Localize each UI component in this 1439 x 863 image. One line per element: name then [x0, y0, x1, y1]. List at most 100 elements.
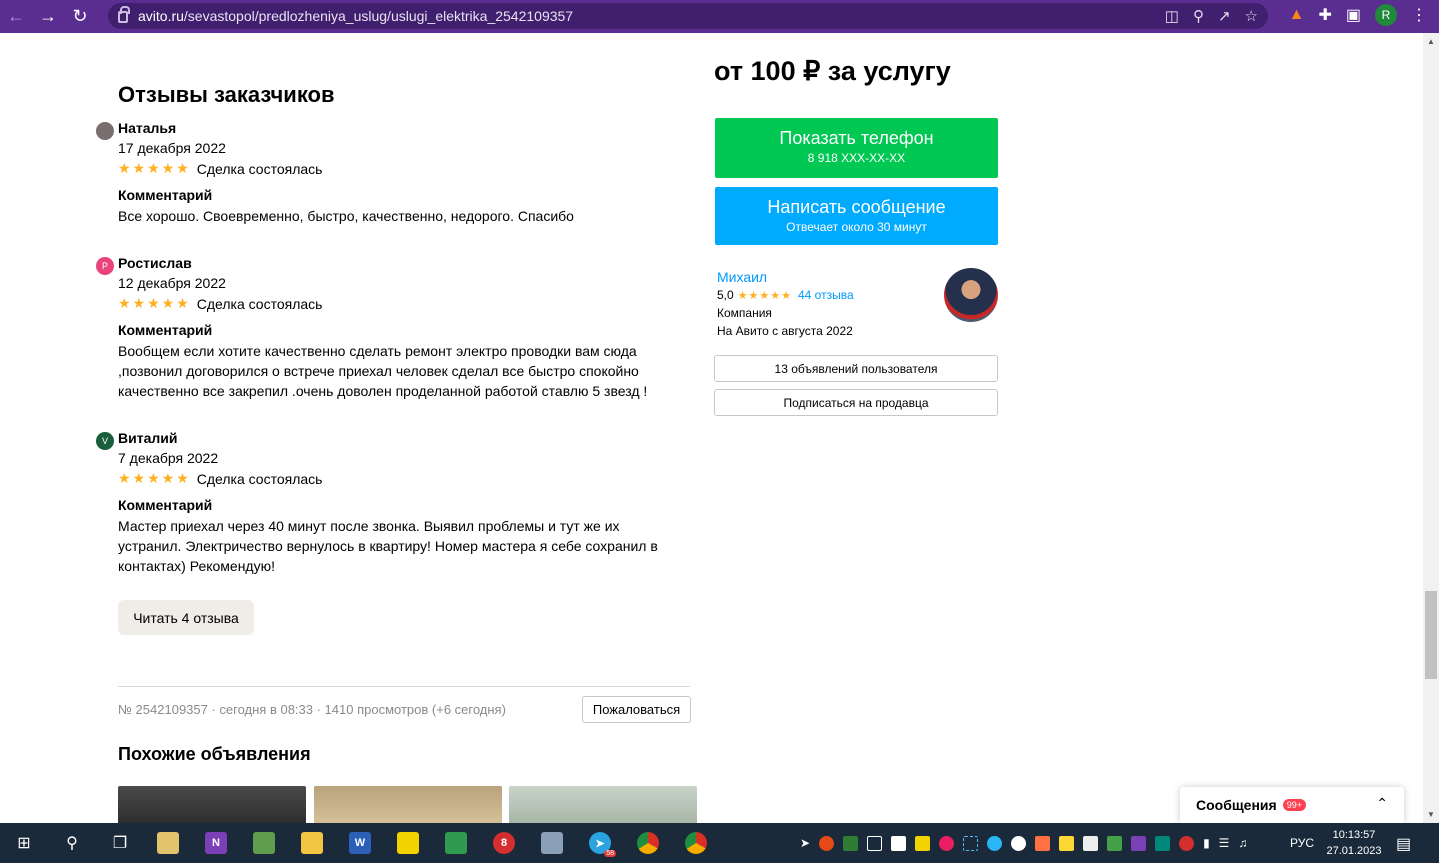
- scroll-down-icon[interactable]: ▼: [1427, 810, 1435, 819]
- wifi-icon[interactable]: ☰: [1219, 836, 1230, 850]
- reviewer-avatar: V: [96, 432, 114, 450]
- sticky-notes-icon[interactable]: [384, 823, 432, 863]
- reviews-title: Отзывы заказчиков: [118, 82, 335, 107]
- seller-name-link[interactable]: Михаил: [717, 269, 767, 285]
- review-rating: ★★★★★ Сделка состоялась: [118, 470, 323, 487]
- fx-icon[interactable]: [1155, 835, 1171, 851]
- telegram-icon[interactable]: ➤ 58: [576, 823, 624, 863]
- sidepanel-icon[interactable]: ▣: [1346, 5, 1361, 25]
- windows-start-icon[interactable]: ⊞: [0, 823, 48, 863]
- share-icon[interactable]: ↗: [1218, 7, 1231, 25]
- blocked-icon[interactable]: [1011, 835, 1027, 851]
- app-8-icon[interactable]: 8: [480, 823, 528, 863]
- forward-arrow-icon[interactable]: →: [32, 0, 64, 33]
- review-text: Вообщем если хотите качественно сделать …: [118, 343, 648, 399]
- write-message-button[interactable]: Написать сообщение Отвечает около 30 мин…: [715, 187, 998, 245]
- printer-icon[interactable]: [1083, 835, 1099, 851]
- clock[interactable]: 10:13:57 27.01.2023: [1322, 827, 1386, 859]
- onenote-icon[interactable]: N: [192, 823, 240, 863]
- comment-label: Комментарий: [118, 187, 213, 203]
- seller-reviews-link[interactable]: 44 отзыва: [798, 288, 854, 302]
- star-rating-icon: ★★★★★: [118, 160, 191, 176]
- reviewer-name: Ростислав: [118, 255, 192, 271]
- response-time: Отвечает около 30 минут: [786, 220, 927, 234]
- notepad-icon[interactable]: [240, 823, 288, 863]
- scroll-up-icon[interactable]: ▲: [1427, 37, 1435, 46]
- back-arrow-icon[interactable]: ←: [0, 0, 32, 33]
- similar-ad-thumbnail[interactable]: [118, 786, 306, 826]
- target-icon[interactable]: [939, 835, 955, 851]
- tray-badge-icon[interactable]: [1035, 835, 1051, 851]
- comment-label: Комментарий: [118, 497, 213, 513]
- user-ads-button[interactable]: 13 объявлений пользователя: [714, 355, 998, 382]
- task-view-icon[interactable]: ❐: [96, 823, 144, 863]
- comment-label: Комментарий: [118, 322, 213, 338]
- reviewer-avatar: [96, 122, 114, 140]
- bookmark-star-icon[interactable]: ☆: [1245, 7, 1258, 25]
- notifications-icon[interactable]: ▤: [1396, 834, 1411, 854]
- reload-icon[interactable]: ↻: [64, 0, 96, 33]
- review-rating: ★★★★★ Сделка состоялась: [118, 295, 323, 312]
- file-explorer-icon[interactable]: [288, 823, 336, 863]
- review-date: 12 декабря 2022: [118, 275, 226, 291]
- shield-icon[interactable]: [843, 835, 859, 851]
- extensions-icon[interactable]: ✚: [1318, 5, 1331, 25]
- clock-time: 10:13:57: [1332, 829, 1376, 841]
- monitor-icon[interactable]: [867, 835, 883, 851]
- network-app-icon[interactable]: [1107, 835, 1123, 851]
- write-message-label: Написать сообщение: [767, 197, 946, 217]
- chrome-profile-icon[interactable]: [672, 823, 720, 863]
- lock-icon: [118, 6, 130, 23]
- windows-taskbar: ⊞ ⚲ ❐ N W 8 ➤ 58 ➤ ▮ ☰ ♫ РУС 10:13:57 27.…: [0, 823, 1439, 863]
- seller-rating: 5,0 ★★★★★ 44 отзыва: [717, 288, 854, 302]
- tray-yellow-icon[interactable]: [1059, 835, 1075, 851]
- chevron-up-icon[interactable]: ⌃: [1376, 795, 1388, 812]
- battery-icon[interactable]: ▮: [1203, 836, 1210, 850]
- similar-ads-title: Похожие объявления: [118, 744, 311, 764]
- price: от 100 ₽ за услугу: [714, 56, 951, 86]
- star-rating-icon: ★★★★★: [118, 295, 191, 311]
- review-rating: ★★★★★ Сделка состоялась: [118, 160, 323, 177]
- send-icon[interactable]: ➤: [800, 836, 810, 850]
- show-phone-button[interactable]: Показать телефон 8 918 XXX-XX-XX: [715, 118, 998, 178]
- page-scrollbar[interactable]: ▲ ▼: [1423, 33, 1439, 823]
- translate-icon[interactable]: ◫: [1165, 7, 1179, 25]
- app-settings-icon[interactable]: [528, 823, 576, 863]
- zoom-icon[interactable]: ⚲: [1193, 7, 1204, 25]
- divider: [118, 686, 690, 687]
- clock-date: 27.01.2023: [1326, 845, 1382, 857]
- review-date: 17 декабря 2022: [118, 140, 226, 156]
- files-app-icon[interactable]: [144, 823, 192, 863]
- read-reviews-button[interactable]: Читать 4 отзыва: [118, 600, 254, 635]
- document-icon[interactable]: [891, 835, 907, 851]
- similar-ad-thumbnail[interactable]: [314, 786, 502, 826]
- app-8-tray-icon[interactable]: [1179, 835, 1195, 851]
- volume-icon[interactable]: ♫: [1238, 836, 1247, 850]
- screenshot-icon[interactable]: [963, 835, 979, 851]
- word-icon[interactable]: W: [336, 823, 384, 863]
- complain-button[interactable]: Пожаловаться: [582, 696, 691, 723]
- menu-kebab-icon[interactable]: ⋮: [1411, 5, 1427, 25]
- profile-avatar[interactable]: R: [1375, 4, 1397, 26]
- language-indicator[interactable]: РУС: [1290, 836, 1314, 850]
- seller-avatar[interactable]: [944, 268, 998, 322]
- similar-ad-thumbnail[interactable]: [509, 786, 697, 826]
- subscribe-button[interactable]: Подписаться на продавца: [714, 389, 998, 416]
- messages-badge: 99+: [1282, 799, 1306, 811]
- messages-widget[interactable]: Сообщения 99+ ⌃: [1180, 787, 1404, 823]
- search-icon[interactable]: ⚲: [48, 823, 96, 863]
- phone-number: 8 918 XXX-XX-XX: [807, 151, 906, 165]
- metamask-icon[interactable]: ▲: [1289, 6, 1305, 24]
- sheets-icon[interactable]: [432, 823, 480, 863]
- notes-icon[interactable]: [915, 835, 931, 851]
- scroll-thumb[interactable]: [1425, 591, 1437, 679]
- address-bar[interactable]: avito.ru/sevastopol/predlozheniya_uslug/…: [108, 3, 1268, 29]
- cloud-icon[interactable]: [987, 835, 1003, 851]
- onenote-tray-icon[interactable]: [1131, 835, 1147, 851]
- review-text: Мастер приехал через 40 минут после звон…: [118, 518, 658, 574]
- reviewer-name: Виталий: [118, 430, 178, 446]
- chrome-icon[interactable]: [624, 823, 672, 863]
- browser-toolbar: ← → ↻ avito.ru/sevastopol/predlozheniya_…: [0, 0, 1439, 33]
- tray-app-icon[interactable]: [819, 835, 835, 851]
- reviewer-name: Наталья: [118, 120, 177, 136]
